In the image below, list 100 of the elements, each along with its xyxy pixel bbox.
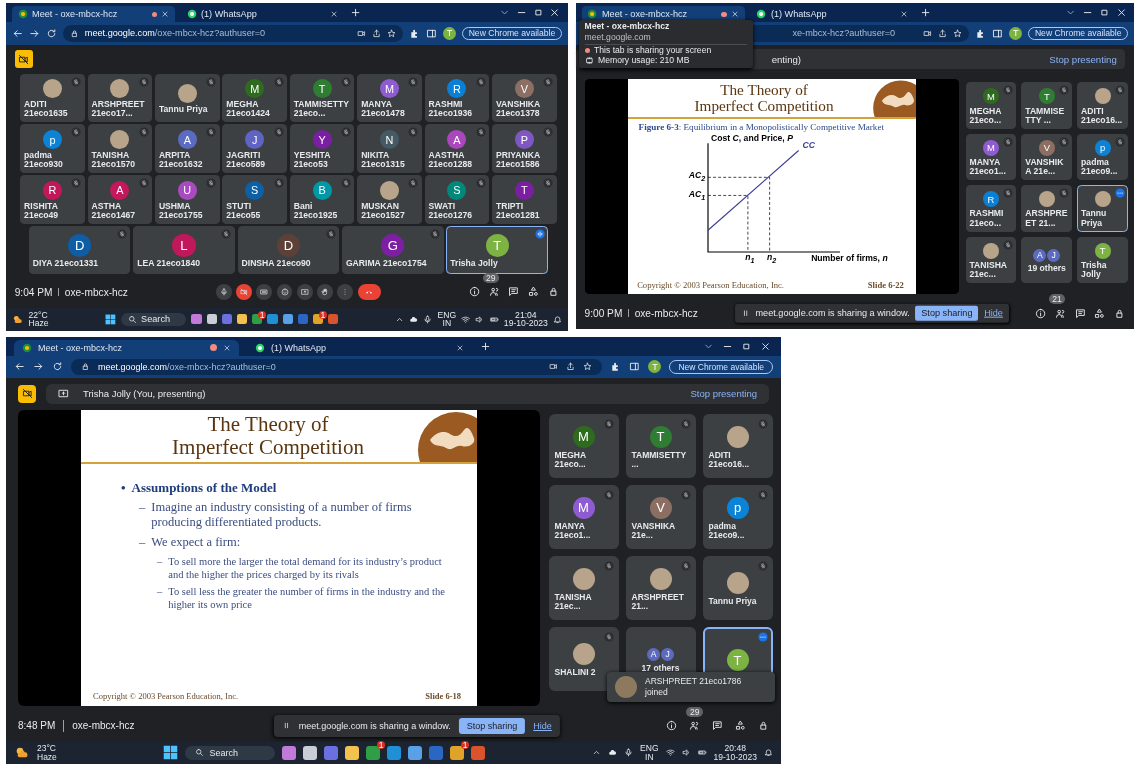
close-icon[interactable] [223,343,231,352]
browser-tab[interactable]: (1) WhatsApp [750,6,914,23]
participant-tile[interactable]: Y YESHITA 21eco53 [289,124,355,173]
browser-tab[interactable]: (1) WhatsApp [180,6,344,23]
participant-tile[interactable]: ARSHPREET 21eco17... [87,73,153,123]
battery-icon[interactable] [697,748,707,758]
participant-tile[interactable]: MUSKAN 21eco1527 [357,175,422,224]
participant-tile[interactable]: V VANSHIKA 21eco1378 [492,73,557,123]
clock-date[interactable]: 19-10-2023 [713,752,757,762]
camera-off-badge[interactable] [18,384,36,403]
more-options-icon[interactable] [1114,188,1125,199]
weather-icon[interactable] [11,313,24,326]
side-panel-icon[interactable] [629,361,641,373]
region-code[interactable]: IN [442,319,452,329]
participant-tile[interactable]: R RISHITA 21eco49 [20,175,85,224]
participant-tile[interactable]: p padma 21eco9... [1077,133,1128,181]
language-code[interactable]: ENG [640,744,659,753]
participant-tile[interactable]: G GARIMA 21eco1754 [342,225,444,275]
more-options-icon[interactable] [757,631,768,642]
stop-sharing-button[interactable]: Stop sharing [915,305,979,321]
host-controls-icon[interactable] [758,720,769,732]
participant-tile[interactable]: M MANYA 21eco1... [965,133,1017,181]
notification-icon[interactable] [764,748,773,758]
forward-icon[interactable] [33,361,44,373]
participant-tile[interactable]: M MEGHA 21eco1424 [222,73,287,123]
activities-icon[interactable] [735,720,746,732]
microphone-button[interactable] [215,284,232,300]
participant-tile[interactable]: Tannu Priya [1077,185,1128,232]
participant-tile[interactable]: A ASTHA 21eco1467 [87,175,153,224]
participant-tile[interactable]: p padma 21eco930 [20,124,85,173]
close-icon[interactable] [456,343,464,352]
stop-presenting-link[interactable]: Stop presenting [690,388,757,400]
participant-tile[interactable]: Tannu Priya [702,555,773,620]
participant-tile[interactable]: T TAMMISETTY ... [1021,82,1073,129]
participant-tile[interactable]: R RASHMI 21eco... [965,185,1017,232]
participant-tile[interactable]: ADITI 21eco1635 [20,73,85,123]
speaker-icon[interactable] [681,748,691,758]
stop-sharing-button[interactable]: Stop sharing [458,717,526,734]
browser-tab[interactable]: Meet - oxe-mbcx-hcz [14,339,239,356]
participant-tile[interactable]: T TAMMISETTY 21eco... [289,73,355,123]
participant-tile[interactable]: T TRIPTI 21eco1281 [492,175,557,224]
participant-tile[interactable]: ARSHPREET 21... [1021,185,1073,232]
windows-start-icon[interactable] [105,313,117,325]
participant-tile[interactable]: V VANSHIKA 21e... [1021,133,1073,181]
address-bar[interactable]: meet.google.com/oxe-mbcx-hcz?authuser=0 [62,25,404,42]
participant-tile[interactable]: A ARPITA 21eco1632 [155,124,220,173]
participant-tile[interactable]: M MANYA 21eco1478 [357,73,422,123]
participant-tile[interactable]: L LEA 21eco1840 [133,225,235,275]
participant-tile[interactable]: TANISHA 21ec... [965,236,1017,283]
participant-tile[interactable]: M MEGHA 21eco... [548,413,619,478]
hide-link[interactable]: Hide [533,720,552,731]
participant-tile[interactable]: T Trisha Jolly [446,225,548,275]
cloud-icon[interactable] [608,748,618,758]
end-call-button[interactable] [357,284,381,300]
wifi-icon[interactable] [665,748,675,758]
reload-icon[interactable] [52,361,63,373]
language-code[interactable]: ENG [437,310,457,320]
browser-tab[interactable]: (1) WhatsApp [247,339,472,356]
camera-icon[interactable] [549,362,559,372]
participant-tile[interactable]: ADITI 21eco16... [702,413,773,478]
clock-time[interactable]: 20:48 [724,744,746,753]
participant-tile[interactable]: Tannu Priya [155,73,220,123]
taskbar-search-field[interactable]: Search [121,312,187,326]
share-icon[interactable] [566,362,576,372]
participant-tile[interactable]: ADITI 21eco16... [1077,82,1128,129]
captions-button[interactable] [256,284,273,300]
participant-tile[interactable]: D DINSHA 21eco90 [237,225,340,275]
participant-tile[interactable]: TANISHA 21eco1570 [87,124,153,173]
participant-tile[interactable]: T TAMMISETTY ... [625,413,696,478]
clock-time[interactable]: 21:04 [515,310,537,320]
participant-tile[interactable]: U USHMA 21eco1755 [155,175,220,224]
camera-off-button[interactable] [236,284,252,300]
participant-tile[interactable]: V VANSHIKA 21e... [625,484,696,549]
participant-tile[interactable]: J JAGRITI 21eco589 [222,124,287,173]
browser-tab[interactable]: Meet - oxe-mbcx-hcz [11,6,175,23]
participant-tile[interactable]: S STUTI 21eco55 [222,175,287,224]
participant-tile[interactable]: T Trisha Jolly [1077,236,1128,283]
taskbar-search-field[interactable]: Search [185,745,276,760]
participant-tile[interactable]: R RASHMI 21eco1936 [424,73,490,123]
raise-hand-button[interactable] [317,284,334,300]
stop-presenting-link[interactable]: Stop presenting [1049,53,1117,65]
camera-off-badge[interactable] [14,49,33,69]
clock-date[interactable]: 19-10-2023 [503,319,548,329]
participant-tile[interactable]: M MEGHA 21eco... [965,82,1017,129]
participant-tile[interactable]: A J 19 others [1021,236,1073,283]
hide-link[interactable]: Hide [984,308,1003,319]
new-tab-icon[interactable] [480,340,491,352]
participant-tile[interactable]: p padma 21eco9... [702,484,773,549]
close-icon[interactable] [760,340,771,352]
participant-tile[interactable]: N NIKITA 21eco1315 [357,124,422,173]
chat-icon[interactable] [712,720,723,732]
cloud-icon[interactable] [409,314,419,324]
participant-tile[interactable]: B Bani 21eco1925 [289,175,355,224]
address-bar[interactable]: meet.google.com/oxe-mbcx-hcz?authuser=0 [71,358,603,375]
participant-tile[interactable]: ARSHPREET 21... [625,555,696,620]
back-icon[interactable] [14,361,25,373]
info-icon[interactable] [666,720,677,732]
participant-tile[interactable]: A AASTHA 21eco1288 [424,124,490,173]
participant-tile[interactable]: TANISHA 21ec... [548,555,619,620]
participant-tile[interactable]: D DIYA 21eco1331 [28,225,131,275]
